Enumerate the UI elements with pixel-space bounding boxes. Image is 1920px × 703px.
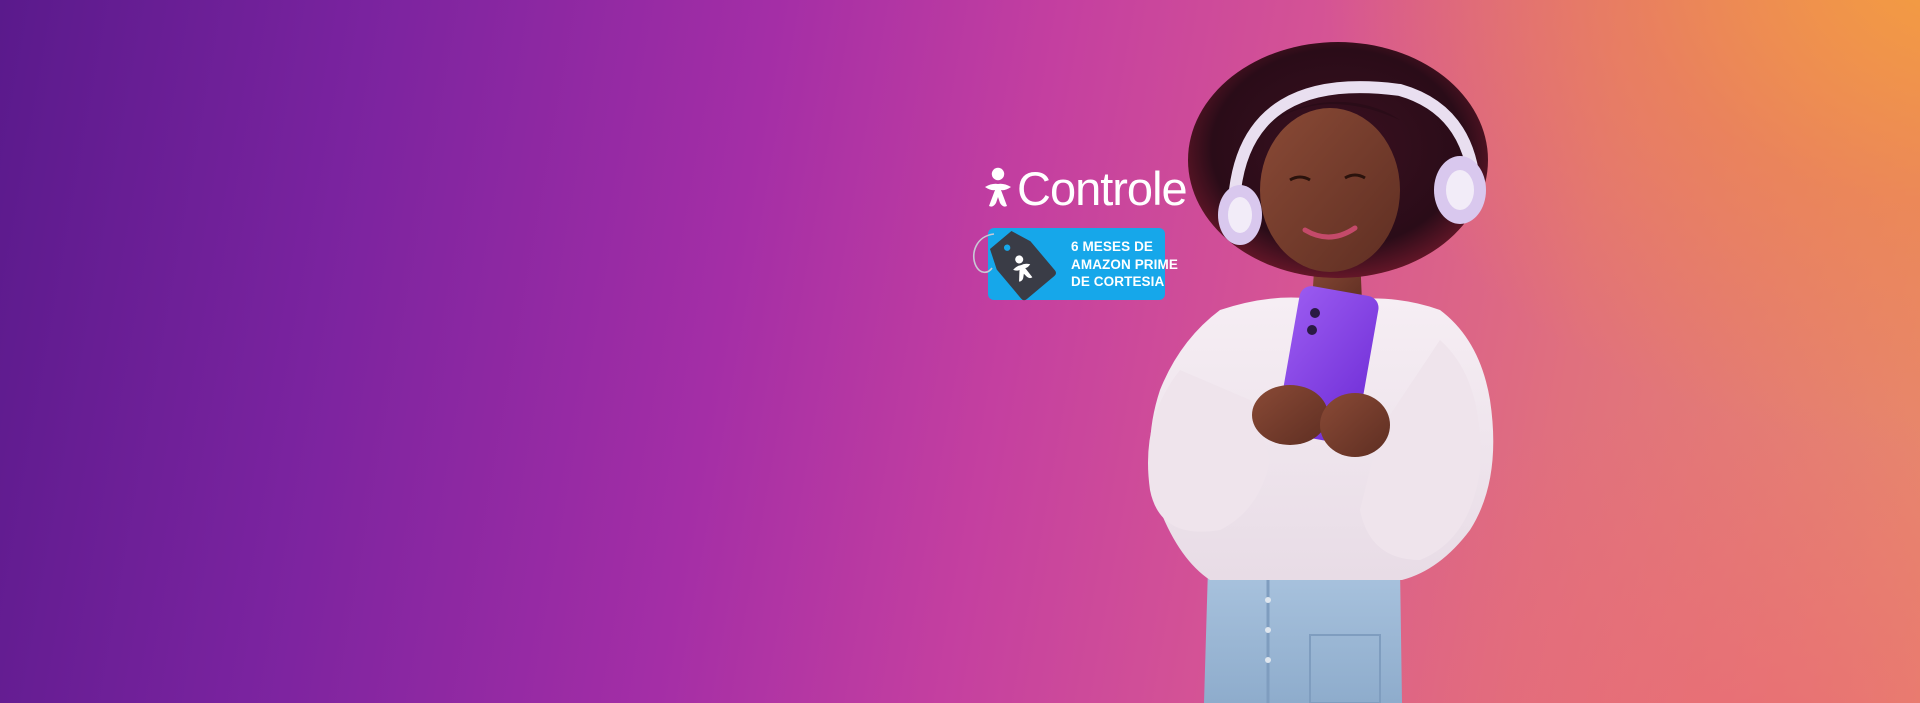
hero-person-image <box>1148 42 1494 703</box>
hero-banner[interactable]: Controle 6 MESES DE AMAZON PRIME DE CORT… <box>0 0 1920 703</box>
price-tag-icon <box>972 231 1057 301</box>
vivo-figure-icon <box>985 167 1011 207</box>
